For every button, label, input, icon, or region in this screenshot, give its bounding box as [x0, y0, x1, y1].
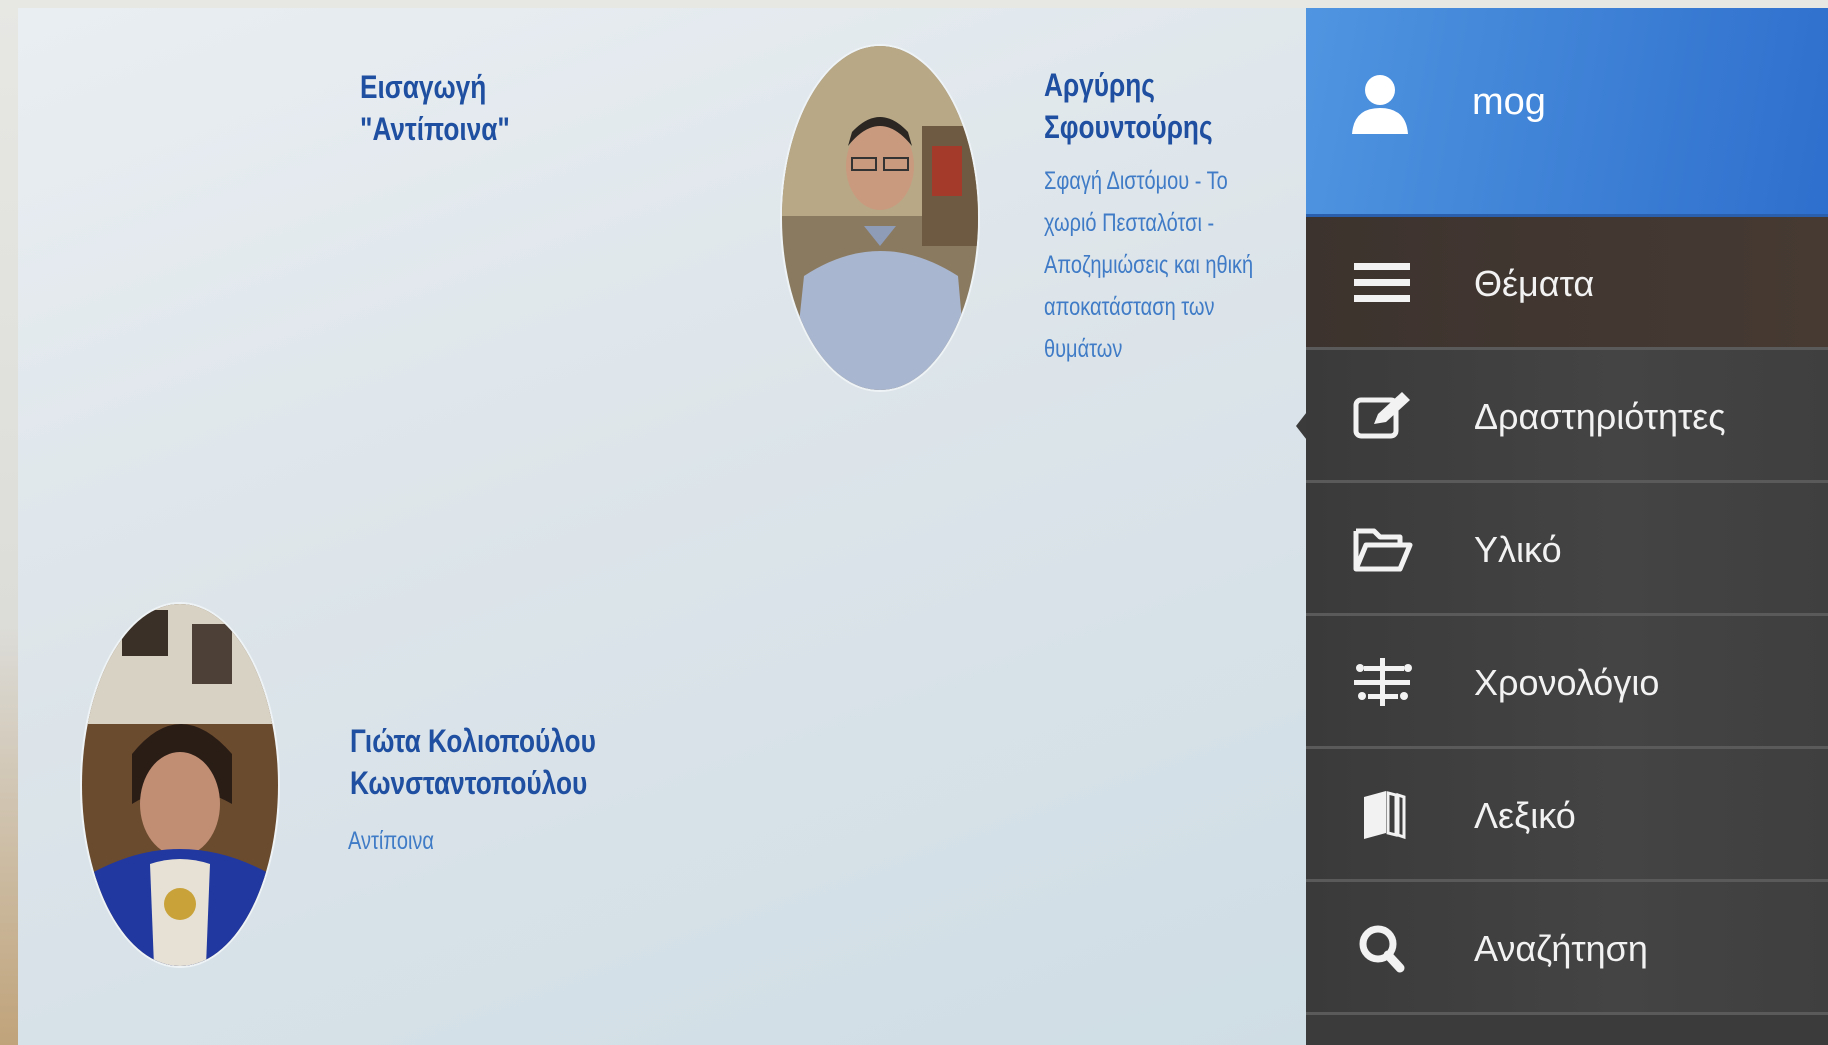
entry-title-intro[interactable]: Εισαγωγή "Αντίποινα": [360, 66, 510, 150]
books-icon: [1364, 791, 1406, 840]
content-area: Εισαγωγή "Αντίποινα" Αργύρης Σφουντούρης…: [18, 8, 1308, 1045]
entry-title-argyris[interactable]: Αργύρης Σφουντούρης: [1044, 64, 1213, 148]
folder-open-icon: [1353, 528, 1413, 572]
menu-item-label: Χρονολόγιο: [1474, 662, 1660, 703]
menu-item-themata[interactable]: Θέματα: [1306, 217, 1828, 350]
menu-item-label: Υλικό: [1474, 529, 1562, 570]
entry-title-giota[interactable]: Γιώτα Κολιοπούλου Κωνσταντοπούλου: [350, 720, 596, 804]
entry-subtitle-line-4: αποκατάσταση των: [1044, 293, 1215, 321]
menu-item-yliko[interactable]: Υλικό: [1306, 483, 1828, 616]
portrait-giota[interactable]: [82, 604, 278, 966]
timeline-icon: [1354, 658, 1412, 706]
entry-subtitle-line-2: χωριό Πεσταλότσι -: [1044, 209, 1215, 237]
entry-subtitle-line-5: θυμάτων: [1044, 335, 1123, 363]
hamburger-icon: [1354, 263, 1410, 302]
menu-item-xronologio[interactable]: Χρονολόγιο: [1306, 616, 1828, 749]
menu-item-drastiriotites[interactable]: Δραστηριότητες: [1306, 350, 1828, 483]
portrait-argyris[interactable]: [782, 46, 978, 390]
sidebar: mog Θέματα Δραστηριότητες Υλικό Χρονολόγ…: [1296, 8, 1828, 1045]
menu-item-label: Αναζήτηση: [1474, 928, 1648, 969]
edit-icon: [1353, 392, 1410, 439]
menu-item-label: Δραστηριότητες: [1474, 396, 1726, 437]
search-icon: [1359, 925, 1405, 973]
menu-item-lexiko[interactable]: Λεξικό: [1306, 749, 1828, 882]
user-icon: [1352, 75, 1408, 134]
menu-item-label: Λεξικό: [1474, 795, 1576, 836]
entry-subtitle-line-1: Σφαγή Διστόμου - Το: [1044, 167, 1228, 195]
user-name: mog: [1472, 81, 1546, 123]
entry-subtitle-line-3: Αποζημιώσεις και ηθική: [1044, 251, 1254, 279]
menu-item-anazitisi[interactable]: Αναζήτηση: [1306, 882, 1828, 1015]
entry-subtitle-giota: Αντίποινα: [348, 827, 434, 855]
user-header[interactable]: mog: [1306, 8, 1828, 217]
menu-item-label: Θέματα: [1474, 263, 1595, 304]
